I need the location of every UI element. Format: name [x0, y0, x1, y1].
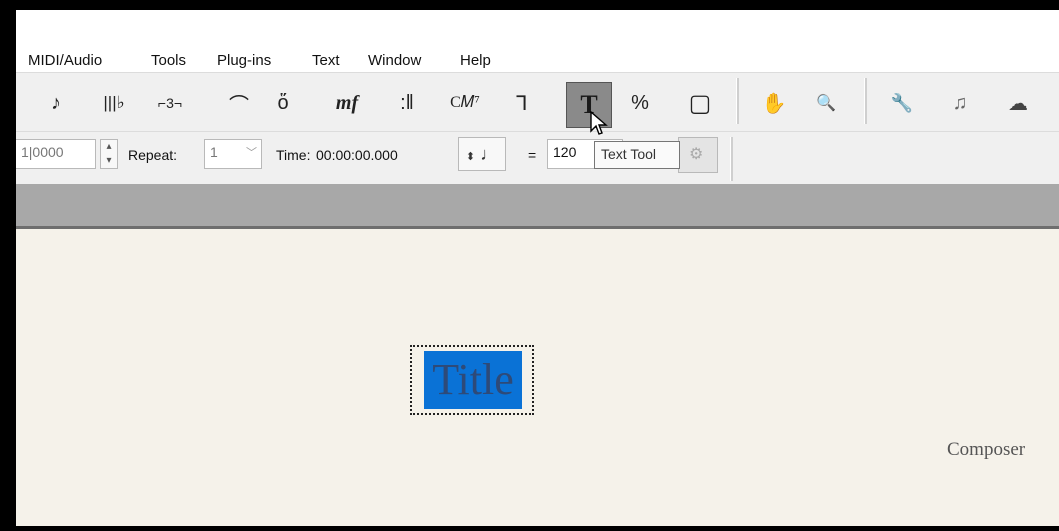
chevron-down-icon: ﹀	[246, 147, 257, 159]
measure-position-field[interactable]: 1|0000	[16, 139, 96, 169]
page-icon[interactable]: ▢	[684, 86, 716, 120]
hand-icon[interactable]: ✋	[756, 86, 792, 120]
repeat-select[interactable]: 1 ﹀	[204, 139, 262, 169]
propbar-separator	[730, 137, 733, 181]
note-entry-icon[interactable]: ♫	[942, 86, 978, 120]
eighth-note-icon[interactable]: ♪	[44, 86, 68, 120]
lyrics-icon[interactable]: Ꞁ	[506, 86, 538, 120]
menu-tools[interactable]: Tools	[151, 52, 186, 69]
toolbar-separator	[736, 78, 739, 124]
mixer-icon[interactable]: |||♭	[94, 86, 134, 120]
tooltip: Text Tool	[594, 141, 680, 169]
score-title[interactable]: Title	[424, 351, 522, 409]
menu-help[interactable]: Help	[460, 52, 491, 69]
menu-midi-audio[interactable]: MIDI/Audio	[28, 52, 102, 69]
tuplet-icon[interactable]: ⌐3¬	[150, 86, 190, 120]
gear-icon: ⚙	[689, 146, 704, 163]
menu-window[interactable]: Window	[368, 52, 421, 69]
frame-bottom-border	[0, 526, 1059, 531]
frame-top-border	[0, 0, 1059, 10]
articulation-icon[interactable]: ὅ	[270, 86, 296, 120]
menu-plug-ins[interactable]: Plug-ins	[217, 52, 271, 69]
tempo-note-button[interactable]: ⬍ ♩	[458, 137, 506, 171]
time-value: 00:00:00.000	[316, 147, 398, 163]
score-page[interactable]	[16, 229, 1059, 526]
spinner-arrows-icon: ⬍	[465, 151, 476, 163]
repeat-label: Repeat:	[128, 147, 178, 163]
frame-left-border	[0, 0, 16, 531]
percent-icon[interactable]: %	[624, 86, 656, 120]
toolbar-separator	[864, 78, 867, 124]
document-tab-bar	[16, 184, 1059, 229]
time-label: Time:	[276, 147, 311, 163]
zoom-icon[interactable]: 🔍	[808, 86, 844, 120]
repeat-value: 1	[210, 144, 218, 160]
sound-icon[interactable]: ☁	[998, 86, 1038, 120]
wrench-icon[interactable]: 🔧	[884, 86, 920, 120]
dynamics-icon[interactable]: mf	[330, 86, 364, 120]
quarter-note-icon: ♩	[480, 144, 499, 164]
repeat-icon[interactable]: :‖	[394, 86, 420, 120]
mouse-cursor-icon	[590, 111, 608, 135]
equals-sign: =	[528, 147, 537, 163]
playback-settings-button[interactable]: ⚙	[678, 137, 718, 173]
chord-icon[interactable]: C𝑀⁷	[443, 86, 487, 120]
slur-icon[interactable]: ⌒	[222, 86, 256, 120]
measure-spinner[interactable]: ▴ ▾	[100, 139, 118, 169]
score-composer[interactable]: Composer	[947, 439, 1025, 461]
menu-text[interactable]: Text	[312, 52, 340, 69]
